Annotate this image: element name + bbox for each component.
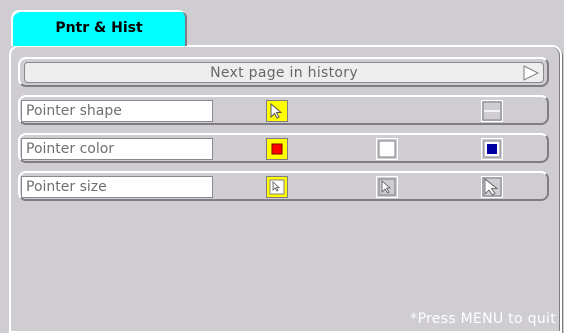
arrow-pointer-icon [266,100,288,122]
large-pointer-icon [481,176,503,198]
tab-label: Pntr & Hist [55,20,143,36]
pointer-shape-arrow-option[interactable] [266,100,288,122]
pointer-shape-row: Pointer shape [18,95,549,125]
pointer-size-label: Pointer size [21,176,213,198]
pointer-size-row: Pointer size [18,171,549,201]
pointer-color-blue-option[interactable] [481,138,503,160]
medium-pointer-icon [376,176,398,198]
tab-pntr-hist[interactable]: Pntr & Hist [11,10,187,46]
play-arrow-icon [523,65,539,81]
pointer-size-medium-option[interactable] [376,176,398,198]
press-menu-hint: *Press MENU to quit [410,311,556,327]
next-page-button[interactable]: Next page in history [24,62,544,83]
pointer-color-red-option[interactable] [266,138,288,160]
pointer-color-row: Pointer color [18,133,549,163]
bar-pointer-icon [481,100,503,122]
pointer-shape-label: Pointer shape [21,100,213,122]
pointer-size-large-option[interactable] [481,176,503,198]
pointer-color-white-option[interactable] [376,138,398,160]
next-page-label: Next page in history [210,64,358,81]
next-page-row: Next page in history [18,57,549,87]
small-pointer-icon [266,176,288,198]
white-swatch-icon [376,138,398,160]
blue-swatch-icon [481,138,503,160]
pointer-size-small-option[interactable] [266,176,288,198]
pointer-shape-bar-option[interactable] [481,100,503,122]
pointer-color-label: Pointer color [21,138,213,160]
red-swatch-icon [266,138,288,160]
